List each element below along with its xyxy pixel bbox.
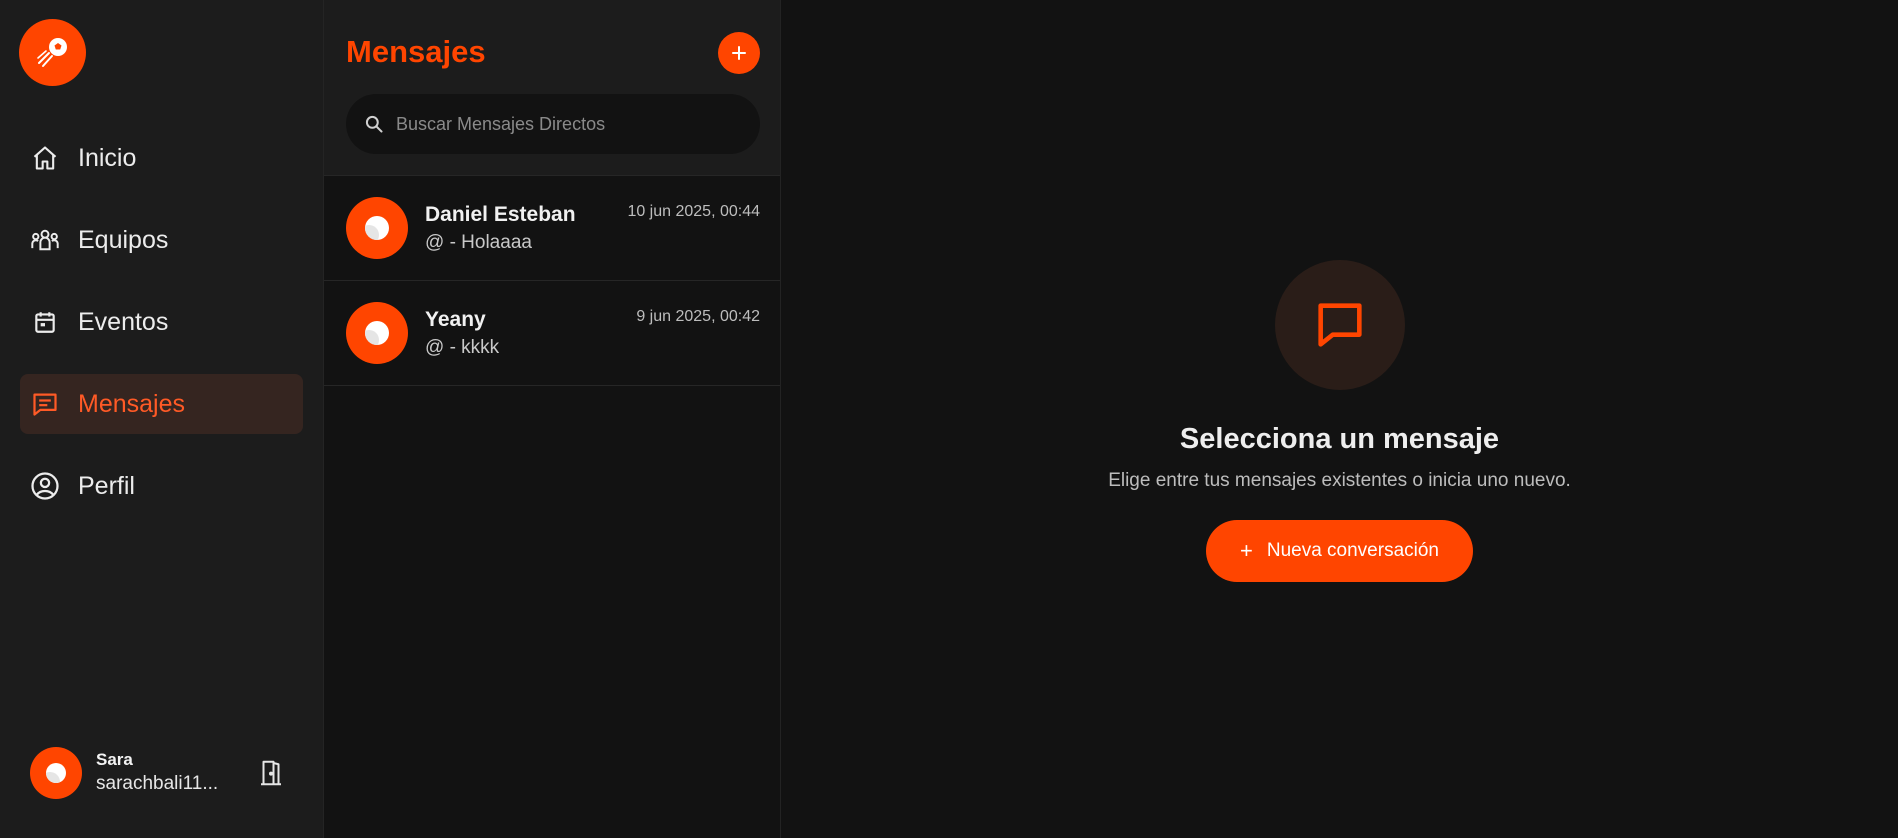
nav-item-eventos[interactable]: Eventos: [20, 292, 303, 352]
user-handle: sarachbali11...: [96, 773, 219, 794]
plus-icon: +: [1239, 538, 1253, 563]
avatar: [346, 302, 408, 364]
sidebar: Inicio Equipos Eventos Mensajes Perfil S…: [0, 0, 324, 838]
empty-state: Selecciona un mensaje Elige entre tus me…: [781, 260, 1898, 582]
calendar-icon: [30, 307, 60, 337]
new-conversation-button[interactable]: + Nueva conversación: [1205, 520, 1473, 582]
nav-item-perfil[interactable]: Perfil: [20, 456, 303, 516]
page-title: Mensajes: [346, 34, 486, 69]
messages-header: Mensajes: [324, 0, 780, 176]
nav-label: Equipos: [78, 225, 169, 254]
soccer-ball-icon: [36, 37, 67, 67]
logout-button[interactable]: [254, 756, 288, 790]
conversation-name: Daniel Esteban: [425, 203, 576, 226]
search-icon: [365, 115, 383, 133]
new-message-button[interactable]: [718, 32, 760, 74]
empty-state-badge: [1274, 260, 1405, 390]
chat-bubble-icon: [1317, 303, 1362, 347]
conversation-item[interactable]: Yeany @ - kkkk 9 jun 2025, 00:42: [324, 281, 780, 386]
current-user: Sara sarachbali11...: [30, 745, 300, 801]
conversation-item[interactable]: Daniel Esteban @ - Holaaaa 10 jun 2025, …: [324, 176, 780, 281]
conversation-view: Selecciona un mensaje Elige entre tus me…: [781, 0, 1898, 838]
team-icon: [30, 225, 60, 255]
nav-label: Inicio: [78, 143, 137, 172]
conversation-preview: @ - Holaaaa: [425, 232, 532, 253]
user-circle-icon: [30, 471, 60, 501]
conversation-name: Yeany: [425, 308, 486, 331]
search-box: [346, 94, 760, 154]
app-window: Inicio Equipos Eventos Mensajes Perfil S…: [0, 0, 1898, 838]
new-conversation-label: Nueva conversación: [1266, 540, 1439, 561]
home-icon: [30, 143, 60, 173]
empty-state-subtitle: Elige entre tus mensajes existentes o in…: [1108, 470, 1571, 491]
nav-item-inicio[interactable]: Inicio: [20, 128, 303, 188]
ball-icon: [365, 321, 389, 345]
nav-item-mensajes[interactable]: Mensajes: [20, 374, 303, 434]
avatar: [346, 197, 408, 259]
avatar[interactable]: [30, 747, 82, 799]
plus-icon: [732, 46, 746, 60]
main-nav: Inicio Equipos Eventos Mensajes Perfil: [20, 128, 303, 538]
nav-item-equipos[interactable]: Equipos: [20, 210, 303, 270]
logout-door-icon: [261, 760, 281, 786]
user-name: Sara: [96, 750, 133, 769]
app-logo[interactable]: [19, 19, 86, 86]
user-info: Sara sarachbali11...: [96, 749, 236, 797]
nav-label: Eventos: [78, 307, 169, 336]
conversation-time: 10 jun 2025, 00:44: [627, 203, 760, 220]
nav-label: Mensajes: [78, 389, 185, 418]
messages-panel: Mensajes Daniel Esteban @ - Holaaaa 10 j…: [324, 0, 781, 838]
conversation-time: 9 jun 2025, 00:42: [636, 308, 760, 325]
chat-icon: [30, 389, 60, 419]
ball-icon: [365, 216, 389, 240]
nav-label: Perfil: [78, 471, 135, 500]
search-input[interactable]: [396, 113, 726, 135]
empty-state-title: Selecciona un mensaje: [1179, 423, 1500, 455]
conversation-preview: @ - kkkk: [425, 337, 500, 358]
ball-icon: [46, 763, 66, 783]
